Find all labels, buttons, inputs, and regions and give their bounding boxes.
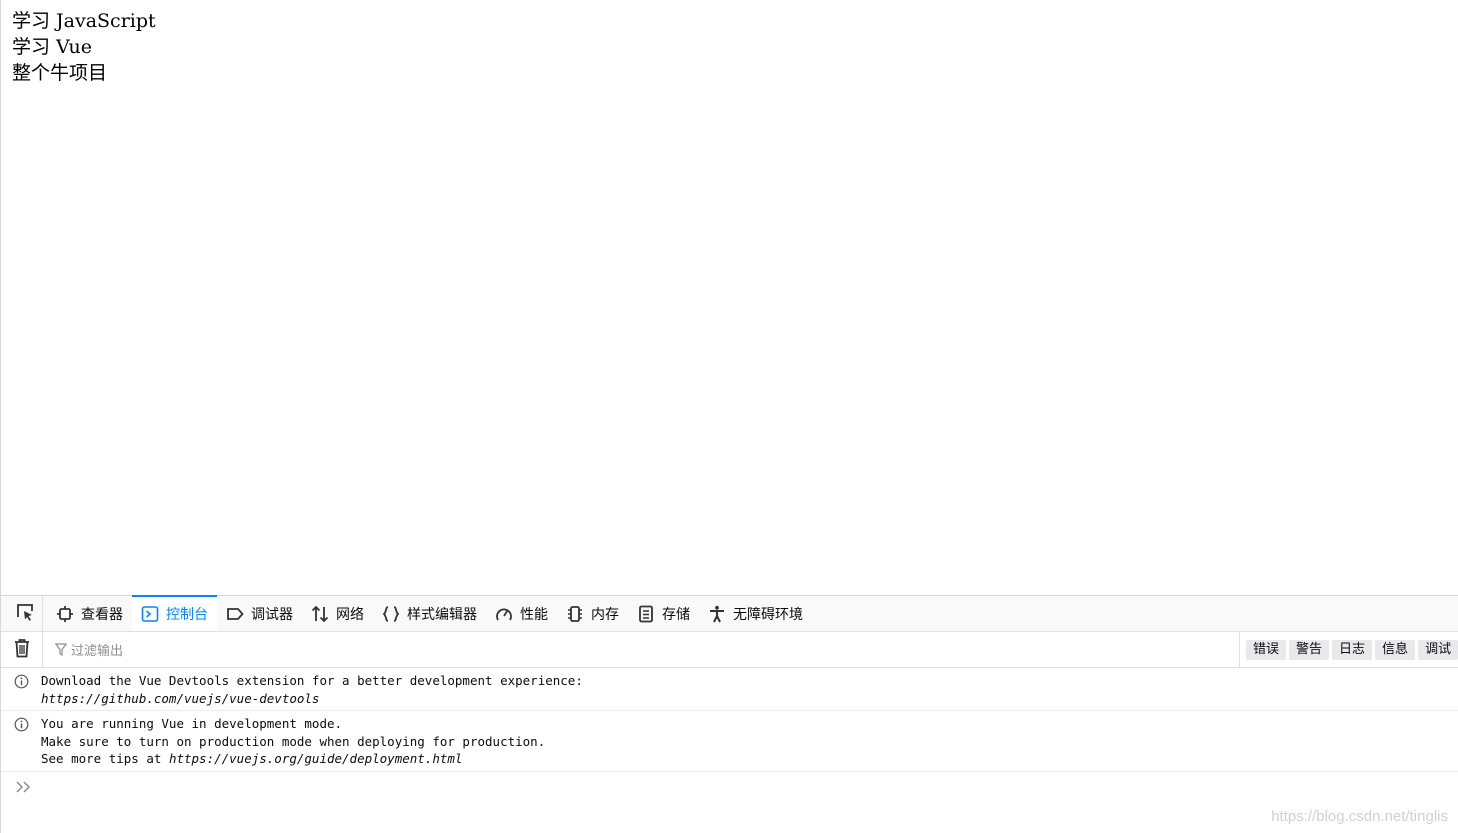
level-logs-button[interactable]: 日志 bbox=[1332, 640, 1373, 660]
console-output: Download the Vue Devtools extension for … bbox=[1, 668, 1458, 772]
tab-label: 样式编辑器 bbox=[407, 606, 477, 623]
storage-icon bbox=[637, 605, 655, 623]
console-icon bbox=[141, 605, 159, 623]
tab-performance[interactable]: 性能 bbox=[486, 596, 557, 631]
tab-accessibility[interactable]: 无障碍环境 bbox=[699, 596, 812, 631]
tab-console[interactable]: 控制台 bbox=[132, 595, 217, 631]
level-info-button[interactable]: 信息 bbox=[1375, 640, 1416, 660]
filter-placeholder: 过滤输出 bbox=[71, 644, 124, 659]
tab-debugger[interactable]: 调试器 bbox=[217, 596, 302, 631]
prompt-chevron-icon bbox=[15, 779, 33, 798]
tab-label: 存储 bbox=[662, 606, 690, 623]
list-item: 整个牛项目 bbox=[12, 62, 108, 84]
element-picker-icon bbox=[15, 602, 35, 626]
tab-label: 无障碍环境 bbox=[733, 606, 803, 623]
level-warnings-button[interactable]: 警告 bbox=[1289, 640, 1330, 660]
console-message: You are running Vue in development mode.… bbox=[1, 711, 1458, 772]
tab-label: 内存 bbox=[591, 606, 619, 623]
message-line: See more tips at bbox=[41, 751, 169, 766]
tab-network[interactable]: 网络 bbox=[302, 596, 373, 631]
memory-icon bbox=[566, 605, 584, 623]
filter-output-input[interactable]: 过滤输出 bbox=[43, 640, 123, 659]
style-editor-icon bbox=[382, 605, 400, 623]
console-filter-bar: 过滤输出 错误 警告 日志 信息 调试 bbox=[1, 631, 1458, 668]
tab-memory[interactable]: 内存 bbox=[557, 596, 628, 631]
tab-label: 调试器 bbox=[251, 606, 293, 623]
message-text: Download the Vue Devtools extension for … bbox=[41, 672, 583, 707]
console-message: Download the Vue Devtools extension for … bbox=[1, 668, 1458, 711]
inspector-icon bbox=[56, 605, 74, 623]
page-content: 学习 JavaScript 学习 Vue 整个牛项目 bbox=[0, 0, 1458, 595]
message-link[interactable]: https://vuejs.org/guide/deployment.html bbox=[169, 751, 463, 766]
level-errors-button[interactable]: 错误 bbox=[1246, 640, 1287, 660]
performance-icon bbox=[495, 605, 513, 623]
tab-inspector[interactable]: 查看器 bbox=[47, 596, 132, 631]
list-item: 学习 JavaScript bbox=[12, 10, 156, 32]
message-line: Download the Vue Devtools extension for … bbox=[41, 673, 583, 688]
debugger-icon bbox=[226, 605, 244, 623]
info-icon bbox=[1, 672, 41, 707]
tab-storage[interactable]: 存储 bbox=[628, 596, 699, 631]
accessibility-icon bbox=[708, 605, 726, 623]
tab-label: 查看器 bbox=[81, 606, 123, 623]
message-line: You are running Vue in development mode. bbox=[41, 716, 343, 731]
console-input[interactable] bbox=[1, 772, 1458, 806]
clear-console-button[interactable] bbox=[1, 631, 43, 668]
message-link[interactable]: https://github.com/vuejs/vue-devtools bbox=[41, 691, 319, 706]
tab-label: 网络 bbox=[336, 606, 364, 623]
network-icon bbox=[311, 605, 329, 623]
filter-icon bbox=[55, 643, 67, 656]
element-picker-button[interactable] bbox=[7, 596, 43, 631]
tab-label: 控制台 bbox=[166, 606, 208, 623]
trash-icon bbox=[13, 638, 31, 662]
devtools-panel: 查看器 控制台 调试器 网络 样式编辑器 性能 内存 存储 无障碍环境 过滤输出… bbox=[0, 595, 1458, 833]
message-line: Make sure to turn on production mode whe… bbox=[41, 733, 546, 749]
message-text: You are running Vue in development mode.… bbox=[41, 715, 545, 768]
devtools-toolbar: 查看器 控制台 调试器 网络 样式编辑器 性能 内存 存储 无障碍环境 bbox=[1, 595, 1458, 632]
log-level-filters: 错误 警告 日志 信息 调试 bbox=[1239, 632, 1458, 668]
list-item: 学习 Vue bbox=[12, 36, 93, 58]
tab-label: 性能 bbox=[520, 606, 548, 623]
info-icon bbox=[1, 715, 41, 768]
tab-style-editor[interactable]: 样式编辑器 bbox=[373, 596, 486, 631]
watermark: https://blog.csdn.net/tinglis bbox=[1271, 808, 1448, 825]
level-debug-button[interactable]: 调试 bbox=[1418, 640, 1458, 660]
